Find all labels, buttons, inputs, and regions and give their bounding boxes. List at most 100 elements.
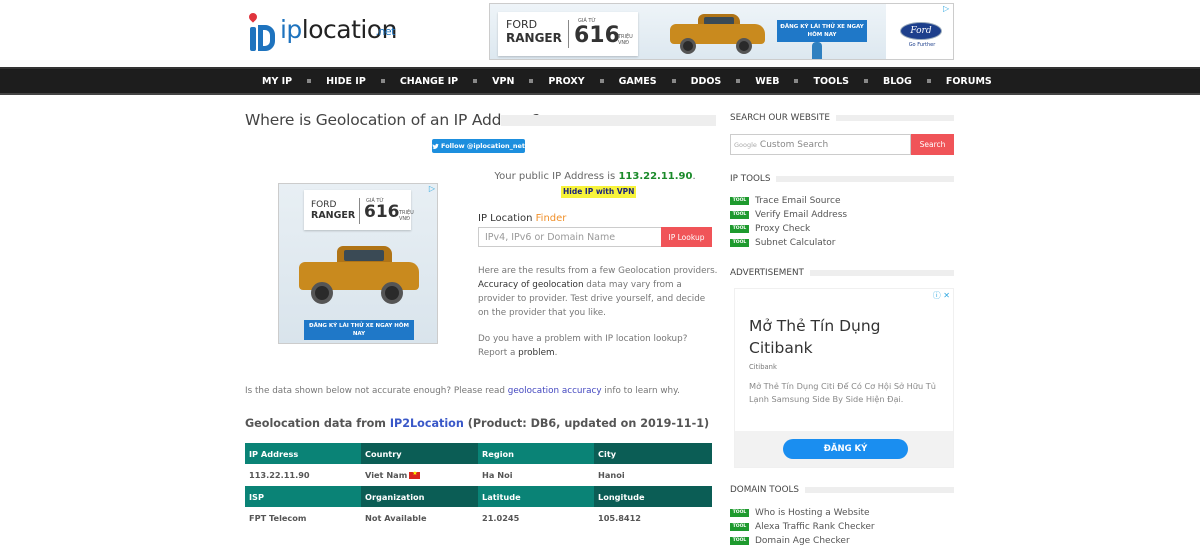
- tool-list-item: TOOL Verify Email Address: [730, 208, 954, 222]
- nav-separator: [380, 79, 385, 83]
- table-row: 113.22.11.90 Viet Nam Ha Noi Hanoi: [245, 464, 712, 486]
- nav-separator: [794, 79, 799, 83]
- geolocation-table: IP Address Country Region City 113.22.11…: [245, 443, 712, 529]
- nav-item-hide-ip[interactable]: HIDE IP: [326, 76, 366, 87]
- nav-separator: [307, 79, 312, 83]
- ad-cta[interactable]: ĐĂNG KÝ LÁI THỬ XE NGAY HÔM NAY: [304, 320, 414, 340]
- site-search-box: Google: [730, 134, 911, 155]
- domain-tools-list: TOOL Who is Hosting a Website TOOL Alexa Tr…: [730, 506, 954, 548]
- ad-cta[interactable]: ĐĂNG KÝ LÁI THỬ XE NGAY HÔM NAY: [777, 20, 867, 42]
- accuracy-note: Is the data shown below not accurate eno…: [245, 386, 680, 396]
- ip-lookup-button[interactable]: IP Lookup: [661, 227, 712, 247]
- tool-badge: TOOL: [730, 225, 749, 233]
- nav-separator: [599, 79, 604, 83]
- twitter-icon: [432, 143, 439, 149]
- title-divider: [501, 115, 716, 126]
- column-header: ISP: [245, 486, 361, 507]
- advertisement-heading: ADVERTISEMENT: [730, 268, 954, 278]
- ad-description: Mở Thẻ Tín Dụng Citi Để Có Cơ Hội Sở Hữu…: [749, 381, 936, 404]
- nav-item-games[interactable]: GAMES: [619, 76, 657, 87]
- nav-separator: [473, 79, 478, 83]
- ad-title[interactable]: Mở Thẻ Tín Dụng Citibank: [749, 315, 939, 359]
- ad-price-card: FORD RANGER GIÁ TỪ 616 TRIỆU VNĐ: [304, 190, 414, 230]
- column-header: Region: [478, 443, 594, 464]
- country-cell: Viet Nam: [361, 464, 478, 486]
- tool-link[interactable]: Alexa Traffic Rank Checker: [755, 522, 875, 532]
- tool-list-item: TOOL Subnet Calculator: [730, 236, 954, 250]
- ip2location-link[interactable]: IP2Location: [390, 417, 464, 430]
- tool-link[interactable]: Trace Email Source: [755, 196, 840, 206]
- column-header: Organization: [361, 486, 478, 507]
- search-heading: SEARCH OUR WEBSITE: [730, 113, 954, 123]
- city-cell: Hanoi: [594, 464, 712, 486]
- report-problem-text: Do you have a problem with IP location l…: [478, 334, 688, 358]
- tool-badge: TOOL: [730, 197, 749, 205]
- tool-badge: TOOL: [730, 239, 749, 247]
- nav-item-vpn[interactable]: VPN: [492, 76, 514, 87]
- longitude-cell: 105.8412: [594, 507, 712, 529]
- banner-ad[interactable]: FORD RANGER GIÁ TỪ 616 TRIỆU VNĐ ĐĂNG KÝ…: [489, 3, 954, 60]
- twitter-follow-button[interactable]: Follow @iplocation_net: [432, 139, 525, 153]
- column-header: City: [594, 443, 712, 464]
- ad-info-close-icon[interactable]: ⓘ ✕: [933, 290, 950, 301]
- nav-item-blog[interactable]: BLOG: [883, 76, 912, 87]
- ip-lookup-input[interactable]: [478, 227, 661, 247]
- nav-separator: [529, 79, 534, 83]
- truck-image: [299, 244, 419, 306]
- nav-item-web[interactable]: WEB: [755, 76, 779, 87]
- site-search-input[interactable]: [759, 139, 900, 150]
- domain-tools-heading: DOMAIN TOOLS: [730, 485, 954, 495]
- site-logo[interactable]: iplocation .net: [247, 7, 398, 53]
- geolocation-accuracy-link[interactable]: geolocation accuracy: [508, 386, 602, 396]
- logo-text: iplocation .net: [279, 15, 398, 44]
- tool-badge: TOOL: [730, 523, 749, 531]
- nav-item-forums[interactable]: FORUMS: [946, 76, 992, 87]
- vietnam-flag-icon: [409, 470, 421, 479]
- latitude-cell: 21.0245: [478, 507, 594, 529]
- page-title: Where is Geolocation of an IP Address?: [245, 111, 541, 129]
- tool-list-item: TOOL Trace Email Source: [730, 194, 954, 208]
- tool-link[interactable]: Proxy Check: [755, 224, 810, 234]
- ad-source: Citibank: [749, 363, 777, 371]
- main-nav: MY IP HIDE IP CHANGE IP VPN PROXY GAMES DDOS WE…: [0, 67, 1200, 95]
- providers-description: Here are the results from a few Geolocat…: [478, 266, 718, 318]
- ip-tools-list: TOOL Trace Email Source TOOL Verify Email A…: [730, 194, 954, 250]
- hide-ip-link[interactable]: Hide IP with VPN: [561, 186, 637, 198]
- tool-link[interactable]: Who is Hosting a Website: [755, 508, 870, 518]
- nav-item-my-ip[interactable]: MY IP: [262, 76, 292, 87]
- adchoices-icon[interactable]: ▷: [943, 5, 951, 13]
- geolocation-provider-heading: Geolocation data from IP2Location (Produ…: [245, 417, 710, 430]
- logo-mark-icon: [247, 11, 275, 53]
- nav-item-change-ip[interactable]: CHANGE IP: [400, 76, 458, 87]
- isp-cell: FPT Telecom: [245, 507, 361, 529]
- column-header: Country: [361, 443, 478, 464]
- tool-link[interactable]: Subnet Calculator: [755, 238, 835, 248]
- site-search-button[interactable]: Search: [911, 134, 954, 155]
- nav-separator: [926, 79, 931, 83]
- tool-list-item: TOOL Who is Hosting a Website: [730, 506, 954, 520]
- region-cell: Ha Noi: [478, 464, 594, 486]
- public-ip-line: Your public IP Address is 113.22.11.90.: [494, 171, 696, 182]
- ad-signup-button[interactable]: ĐĂNG KÝ: [783, 439, 908, 459]
- nav-item-proxy[interactable]: PROXY: [548, 76, 584, 87]
- nav-item-ddos[interactable]: DDOS: [691, 76, 722, 87]
- citibank-ad[interactable]: ⓘ ✕ Mở Thẻ Tín Dụng Citibank Citibank Mở…: [734, 288, 954, 468]
- column-header: IP Address: [245, 443, 361, 464]
- tool-badge: TOOL: [730, 211, 749, 219]
- column-header: Longitude: [594, 486, 712, 507]
- nav-separator: [864, 79, 869, 83]
- nav-item-tools[interactable]: TOOLS: [813, 76, 849, 87]
- tool-link[interactable]: Verify Email Address: [755, 210, 847, 220]
- report-problem-link[interactable]: problem: [518, 348, 554, 358]
- organization-cell: Not Available: [361, 507, 478, 529]
- truck-image: [670, 12, 765, 54]
- tool-link[interactable]: Domain Age Checker: [755, 536, 850, 546]
- site-header: iplocation .net FORD RANGER GIÁ TỪ 616 TR…: [0, 0, 1200, 67]
- tool-list-item: TOOL Alexa Traffic Rank Checker: [730, 520, 954, 534]
- adchoices-icon[interactable]: ▷: [429, 185, 435, 193]
- table-header-row: ISP Organization Latitude Longitude: [245, 486, 712, 507]
- square-ad[interactable]: FORD RANGER GIÁ TỪ 616 TRIỆU VNĐ ĐĂNG KÝ…: [278, 183, 438, 344]
- ford-logo: Ford: [900, 22, 942, 40]
- table-header-row: IP Address Country Region City: [245, 443, 712, 464]
- ip-address-cell: 113.22.11.90: [245, 464, 361, 486]
